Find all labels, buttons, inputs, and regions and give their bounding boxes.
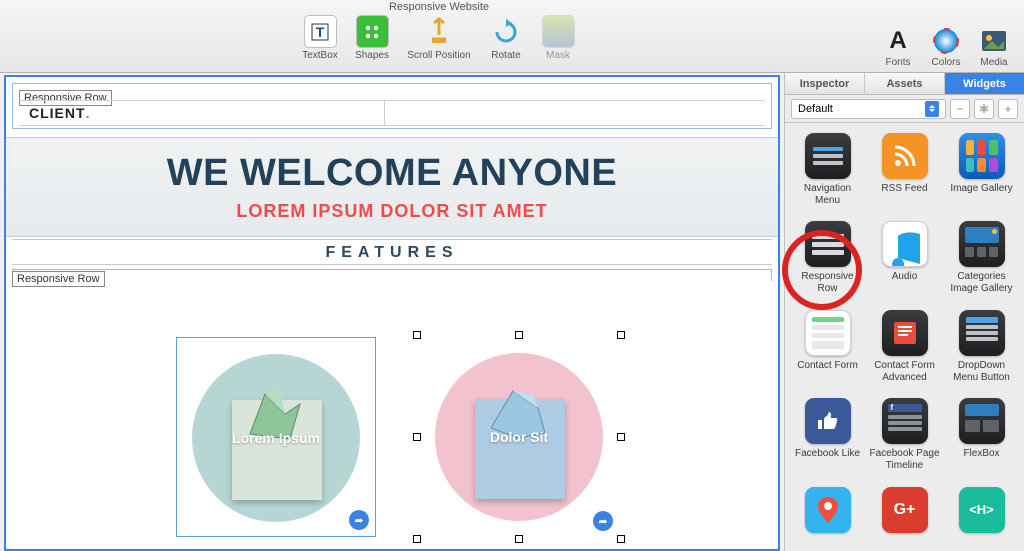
settings-button[interactable]: ✱ (974, 99, 994, 119)
widget-audio[interactable]: Audio (866, 221, 943, 303)
brand: CLIENT. (19, 101, 385, 125)
cards-row: Lorem Ipsum ➦ Dolor Sit ➦ (6, 337, 778, 549)
tab-widgets[interactable]: Widgets (945, 73, 1024, 94)
features-label: FEATURES (325, 244, 458, 261)
image-gallery-icon (959, 133, 1005, 179)
facebook-like-icon (805, 398, 851, 444)
media-icon (980, 27, 1008, 55)
html-icon: <H> (959, 487, 1005, 533)
tab-assets[interactable]: Assets (865, 73, 945, 94)
rss-icon (882, 133, 928, 179)
textbox-icon: T (304, 15, 337, 48)
map-pin-icon (805, 487, 851, 533)
colors-button[interactable]: Colors (926, 27, 966, 68)
card-dolor[interactable]: Dolor Sit ➦ (419, 337, 619, 537)
category-select[interactable]: Default (791, 99, 946, 119)
tool-shapes[interactable]: Shapes (349, 15, 395, 61)
toolbar-tools: T TextBox Shapes Scroll Position (297, 15, 581, 61)
card-lorem[interactable]: Lorem Ipsum ➦ (176, 337, 376, 537)
widget-flexbox[interactable]: FlexBox (943, 398, 1020, 480)
svg-text:T: T (316, 24, 325, 40)
mask-icon (542, 15, 575, 48)
responsive-row-tag-2: Responsive Row (12, 271, 105, 287)
app-toolbar: Responsive Website T TextBox Shapes Scro… (0, 0, 1024, 73)
chevron-updown-icon (925, 101, 939, 117)
media-button[interactable]: Media (974, 27, 1014, 68)
responsive-row-icon (805, 221, 851, 267)
add-button[interactable]: + (998, 99, 1018, 119)
tab-inspector[interactable]: Inspector (785, 73, 865, 94)
tool-scroll-position[interactable]: Scroll Position (401, 15, 477, 61)
widget-navigation-menu[interactable]: Navigation Menu (789, 133, 866, 215)
widget-dropdown-menu[interactable]: DropDown Menu Button (943, 310, 1020, 392)
widget-rss-feed[interactable]: RSS Feed (866, 133, 943, 215)
audio-icon (882, 221, 928, 267)
tool-rotate[interactable]: Rotate (483, 15, 529, 61)
colors-icon (932, 27, 960, 55)
features-bar[interactable]: FEATURES (12, 239, 772, 265)
share-icon[interactable]: ➦ (593, 511, 613, 531)
widget-image-gallery[interactable]: Image Gallery (943, 133, 1020, 215)
widget-facebook-like[interactable]: Facebook Like (789, 398, 866, 480)
widget-more-1[interactable] (789, 487, 866, 541)
shapes-icon (356, 15, 389, 48)
widget-more-2[interactable]: G+ (866, 487, 943, 541)
contact-form-adv-icon (882, 310, 928, 356)
canvas-area[interactable]: Responsive Row CLIENT. WE WELCOME ANYONE… (0, 73, 784, 551)
navigation-menu-icon (805, 133, 851, 179)
rotate-icon (490, 15, 523, 48)
facebook-timeline-icon: f (882, 398, 928, 444)
widget-more-3[interactable]: <H> (943, 487, 1020, 541)
widget-facebook-timeline[interactable]: fFacebook Page Timeline (866, 398, 943, 480)
inspector-sidebar: Inspector Assets Widgets Default − ✱ + N… (784, 73, 1024, 551)
share-icon[interactable]: ➦ (349, 510, 369, 530)
tool-textbox[interactable]: T TextBox (297, 15, 343, 61)
scroll-position-icon (423, 15, 456, 48)
tool-mask[interactable]: Mask (535, 15, 581, 61)
hero-section[interactable]: WE WELCOME ANYONE LOREM IPSUM DOLOR SIT … (6, 137, 778, 237)
flexbox-icon (959, 398, 1005, 444)
responsive-row-outline[interactable] (12, 269, 772, 281)
widget-responsive-row[interactable]: Responsive Row (789, 221, 866, 303)
widget-contact-form-adv[interactable]: Contact Form Advanced (866, 310, 943, 392)
categories-gallery-icon (959, 221, 1005, 267)
remove-button[interactable]: − (950, 99, 970, 119)
header-row[interactable]: Responsive Row CLIENT. (12, 83, 772, 129)
google-plus-icon: G+ (882, 487, 928, 533)
page-canvas[interactable]: Responsive Row CLIENT. WE WELCOME ANYONE… (4, 75, 780, 551)
fonts-icon: A (884, 27, 912, 55)
fonts-button[interactable]: A Fonts (878, 27, 918, 68)
window-title: Responsive Website (389, 1, 489, 13)
dropdown-menu-icon (959, 310, 1005, 356)
hero-title: WE WELCOME ANYONE (167, 152, 617, 195)
widget-contact-form[interactable]: Contact Form (789, 310, 866, 392)
hero-subtitle: LOREM IPSUM DOLOR SIT AMET (236, 201, 547, 222)
sidebar-tabs: Inspector Assets Widgets (785, 73, 1024, 95)
contact-form-icon (805, 310, 851, 356)
widget-categories-gallery[interactable]: Categories Image Gallery (943, 221, 1020, 303)
widget-grid[interactable]: Navigation Menu RSS Feed Image Gallery R… (785, 123, 1024, 551)
